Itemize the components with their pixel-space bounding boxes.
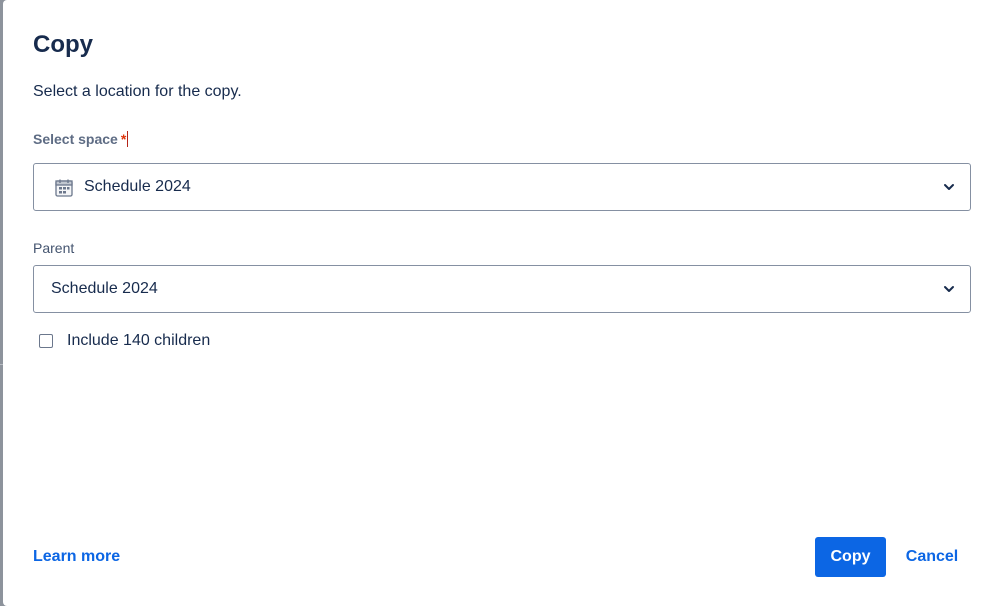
dialog-title: Copy	[33, 31, 93, 58]
parent-select-value: Schedule 2024	[51, 280, 158, 297]
space-select-value: Schedule 2024	[84, 178, 191, 195]
parent-label: Parent	[33, 240, 75, 256]
learn-more-link[interactable]: Learn more	[33, 548, 120, 566]
required-asterisk: *	[120, 131, 127, 147]
space-select[interactable]: Schedule 2024	[33, 163, 971, 211]
select-space-label-text: Select space	[33, 131, 118, 147]
cancel-button[interactable]: Cancel	[893, 537, 971, 577]
calendar-icon	[55, 179, 73, 197]
chevron-down-icon	[944, 286, 954, 292]
copy-dialog: Copy Select a location for the copy. Sel…	[3, 0, 996, 606]
include-children-label[interactable]: Include 140 children	[67, 332, 210, 350]
copy-button[interactable]: Copy	[815, 537, 886, 577]
text-cursor	[127, 131, 129, 147]
include-children-row[interactable]: Include 140 children	[39, 330, 210, 352]
include-children-checkbox[interactable]	[39, 334, 53, 348]
dialog-subtitle: Select a location for the copy.	[33, 83, 242, 100]
select-space-label: Select space *	[33, 131, 129, 147]
parent-select[interactable]: Schedule 2024	[33, 265, 971, 313]
chevron-down-icon	[944, 184, 954, 190]
